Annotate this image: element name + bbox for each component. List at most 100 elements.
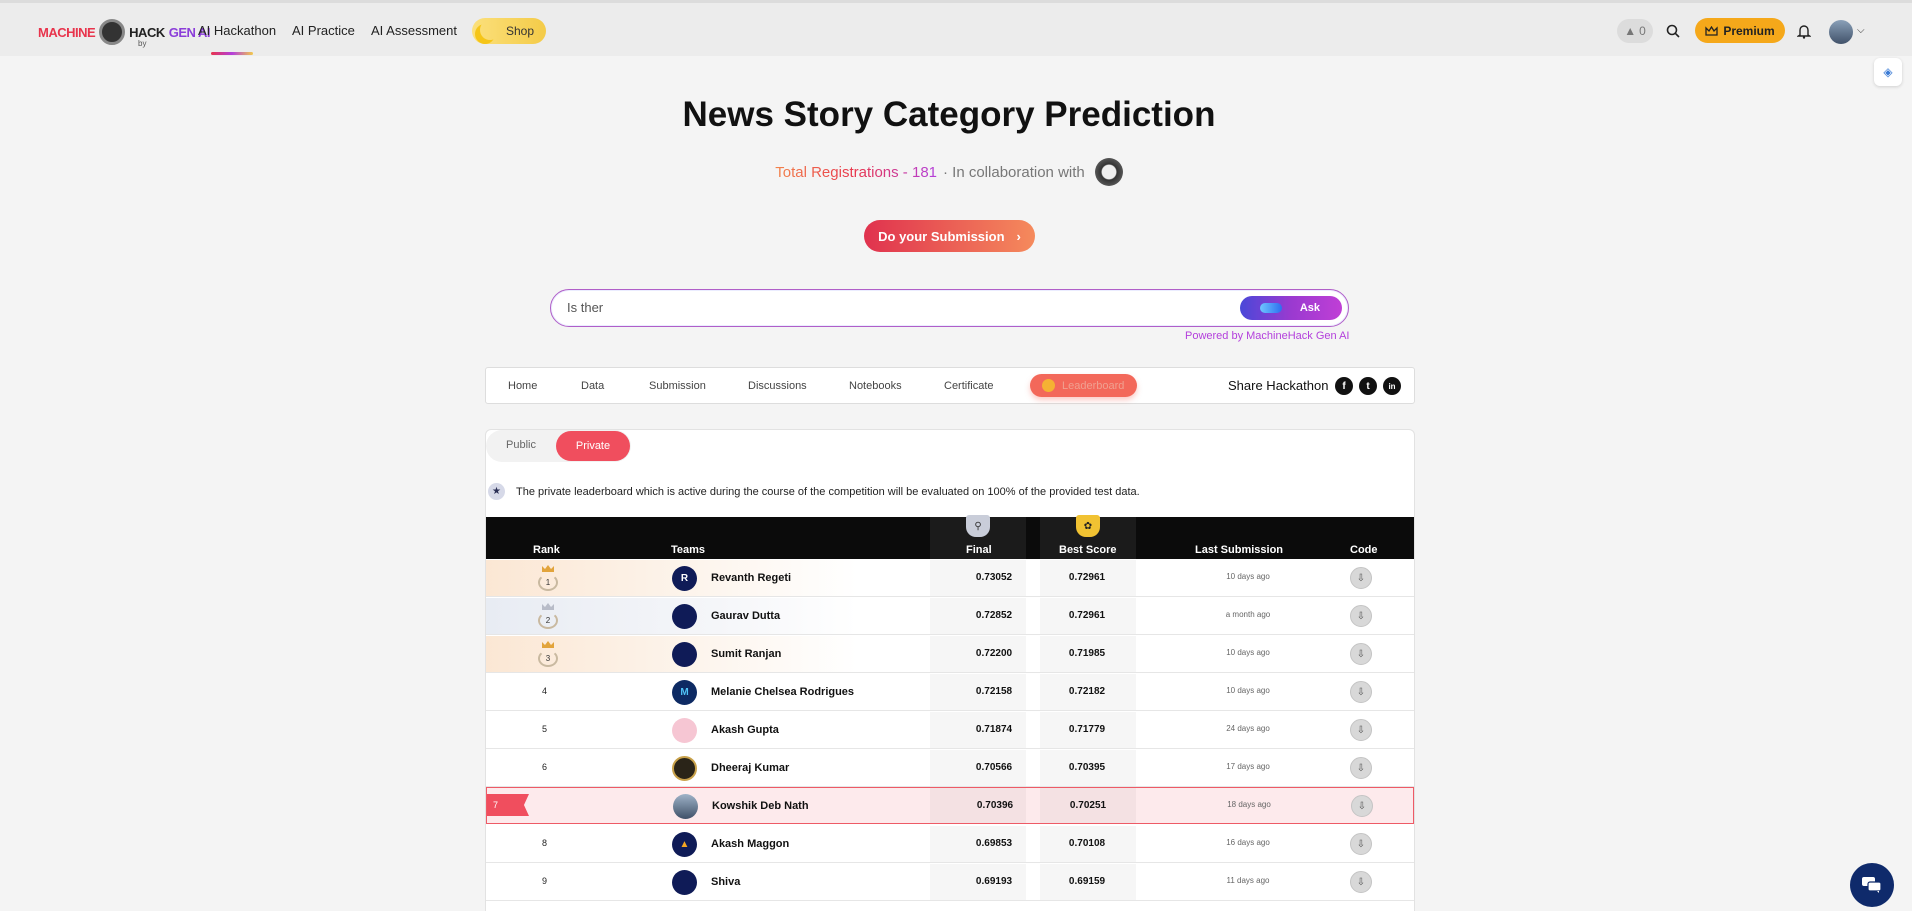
rank-value: 3 <box>538 650 558 667</box>
download-code-icon[interactable]: ⇩ <box>1350 833 1372 855</box>
powered-by-text: Powered by MachineHack Gen AI <box>1185 330 1350 342</box>
premium-button[interactable]: Premium <box>1695 18 1785 43</box>
premium-label: Premium <box>1723 23 1775 38</box>
best-score: 0.71779 <box>1068 724 1106 735</box>
team-name[interactable]: Shiva <box>711 876 740 888</box>
logo-by-text: by <box>138 39 147 48</box>
best-score: 0.70395 <box>1068 762 1106 773</box>
team-name[interactable]: Sumit Ranjan <box>711 648 781 660</box>
tab-home[interactable]: Home <box>508 380 537 392</box>
search-icon[interactable] <box>1663 21 1683 41</box>
ask-button[interactable]: Ask <box>1240 296 1342 320</box>
final-score: 0.69193 <box>975 876 1013 887</box>
bell-icon[interactable] <box>1794 21 1814 41</box>
best-score: 0.72182 <box>1068 686 1106 697</box>
tab-notebooks[interactable]: Notebooks <box>849 380 902 392</box>
table-row: 3 Sumit Ranjan 0.72200 0.71985 10 days a… <box>486 636 1414 673</box>
segment-private[interactable]: Private <box>556 431 630 461</box>
rank-value: 5 <box>542 724 548 734</box>
tab-data[interactable]: Data <box>581 380 604 392</box>
best-score: 0.70251 <box>1069 800 1107 811</box>
share-hackathon-label: Share Hackathon <box>1228 378 1329 393</box>
do-submission-button[interactable]: Do your Submission › <box>864 220 1035 252</box>
shop-button[interactable]: Shop <box>472 18 546 44</box>
best-score: 0.70108 <box>1068 838 1106 849</box>
star-icon <box>1042 379 1055 392</box>
user-avatar[interactable] <box>1829 20 1853 44</box>
best-score: 0.69159 <box>1068 876 1106 887</box>
tab-leaderboard-label: Leaderboard <box>1062 379 1125 392</box>
download-code-icon[interactable]: ⇩ <box>1351 795 1373 817</box>
tab-discussions[interactable]: Discussions <box>748 380 807 392</box>
rank-ribbon: 7 <box>487 794 529 816</box>
leaderboard-toggle: Public Private <box>486 430 631 462</box>
logo-mask-icon <box>99 19 126 45</box>
ask-input[interactable] <box>567 300 1167 315</box>
nav-ai-hackathon[interactable]: AI Hackathon <box>198 23 276 38</box>
last-submission: 16 days ago <box>1226 838 1270 847</box>
info-star-icon: ★ <box>488 483 505 500</box>
table-row: 6 Dheeraj Kumar 0.70566 0.70395 17 days … <box>486 750 1414 787</box>
linkedin-icon[interactable]: in <box>1383 377 1401 395</box>
shop-label: Shop <box>505 24 534 38</box>
nav-ai-practice[interactable]: AI Practice <box>292 23 355 38</box>
moon-icon <box>480 20 500 40</box>
download-code-icon[interactable]: ⇩ <box>1350 605 1372 627</box>
table-row: 5 Akash Gupta 0.71874 0.71779 24 days ag… <box>486 712 1414 749</box>
table-row: 8 ▲ Akash Maggon 0.69853 0.70108 16 days… <box>486 826 1414 863</box>
avatar <box>672 718 697 743</box>
chat-icon[interactable] <box>1850 863 1894 907</box>
crown-icon <box>1705 25 1718 36</box>
top-navbar: MACHINE HACK GEN AI by AI Hackathon AI P… <box>0 0 1912 56</box>
tab-leaderboard[interactable]: Leaderboard <box>1030 374 1137 397</box>
column-rank: Rank <box>533 544 560 556</box>
rank-value: 9 <box>542 876 548 886</box>
tab-submission[interactable]: Submission <box>649 380 706 392</box>
avatar <box>673 794 698 819</box>
twitter-icon[interactable]: t <box>1359 377 1377 395</box>
table-row: 1 R Revanth Regeti 0.73052 0.72961 10 da… <box>486 560 1414 597</box>
best-score: 0.72961 <box>1068 572 1106 583</box>
layers-icon[interactable]: ◈ <box>1874 58 1902 86</box>
team-name[interactable]: Gaurav Dutta <box>711 610 780 622</box>
ai-spark-icon <box>1260 303 1282 313</box>
final-score: 0.72158 <box>975 686 1013 697</box>
ask-label: Ask <box>1299 302 1320 314</box>
leaderboard-note: The private leaderboard which is active … <box>516 486 1140 498</box>
team-name[interactable]: Melanie Chelsea Rodrigues <box>711 686 854 698</box>
machinehack-logo[interactable]: MACHINE HACK GEN AI by <box>38 16 211 48</box>
final-score: 0.70566 <box>975 762 1013 773</box>
avatar: ▲ <box>672 832 697 857</box>
streak-counter[interactable]: ▲ 0 <box>1617 19 1653 43</box>
last-submission: 11 days ago <box>1226 876 1270 885</box>
team-name[interactable]: Dheeraj Kumar <box>711 762 789 774</box>
final-badge-icon: ⚲ <box>966 515 990 537</box>
segment-public[interactable]: Public <box>506 439 536 451</box>
team-name[interactable]: Akash Gupta <box>711 724 779 736</box>
chevron-down-icon[interactable]: ⌵ <box>1857 25 1865 36</box>
team-name[interactable]: Akash Maggon <box>711 838 789 850</box>
nav-ai-assessment[interactable]: AI Assessment <box>371 23 457 38</box>
tab-certificate[interactable]: Certificate <box>944 380 994 392</box>
team-name[interactable]: Revanth Regeti <box>711 572 791 584</box>
team-name[interactable]: Kowshik Deb Nath <box>712 800 809 812</box>
download-code-icon[interactable]: ⇩ <box>1350 757 1372 779</box>
best-score-badge-icon: ✿ <box>1076 515 1100 537</box>
last-submission: 24 days ago <box>1226 724 1270 733</box>
submission-label: Do your Submission <box>878 228 1005 244</box>
download-code-icon[interactable]: ⇩ <box>1350 567 1372 589</box>
download-code-icon[interactable]: ⇩ <box>1350 643 1372 665</box>
download-code-icon[interactable]: ⇩ <box>1350 871 1372 893</box>
streak-count: 0 <box>1639 24 1646 38</box>
download-code-icon[interactable]: ⇩ <box>1350 719 1372 741</box>
best-score: 0.72961 <box>1068 610 1106 621</box>
download-code-icon[interactable]: ⇩ <box>1350 681 1372 703</box>
column-code: Code <box>1350 544 1378 556</box>
silver-medal-icon: 2 <box>537 603 559 631</box>
hackathon-tabs: Home Data Submission Discussions Noteboo… <box>485 367 1415 404</box>
logo-machine-text: MACHINE <box>38 24 96 40</box>
gold-medal-icon: 1 <box>537 565 559 593</box>
collaborator-logo <box>1094 158 1123 186</box>
facebook-icon[interactable]: f <box>1335 377 1353 395</box>
hackathon-subline: Total Registrations - 181 · In collabora… <box>0 158 1898 186</box>
